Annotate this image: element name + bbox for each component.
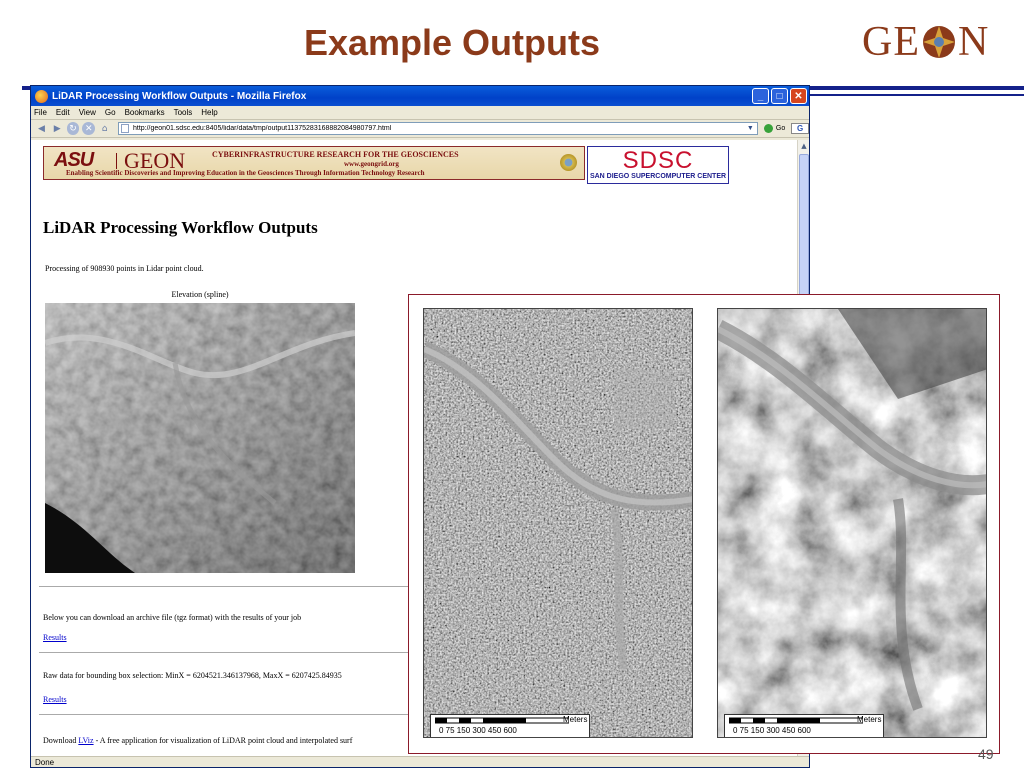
navigation-toolbar: ◀ ▶ ↻ ✕ ⌂ http://geon01.sdsc.edu:8405/li… [31, 120, 809, 138]
status-bar: Done [31, 756, 809, 767]
scale-bar: Meters 0 75 150 300 450 600 [430, 714, 590, 737]
header-rule [808, 86, 1024, 90]
lidar-map-bare-earth: Meters 0 75 150 300 450 600 [717, 308, 987, 738]
header-rule-thin [808, 94, 1024, 96]
scale-ticks: 0 75 150 300 450 600 [439, 726, 517, 735]
menu-bookmarks[interactable]: Bookmarks [125, 108, 165, 117]
lviz-suffix: - A free application for visualization o… [93, 736, 353, 745]
page-icon [120, 124, 129, 133]
title-bar[interactable]: LiDAR Processing Workflow Outputs - Mozi… [31, 86, 809, 106]
back-icon[interactable]: ◀ [35, 122, 48, 135]
processing-text: Processing of 908930 points in Lidar poi… [45, 264, 204, 273]
lviz-text: Download LViz - A free application for v… [43, 736, 352, 745]
go-button[interactable]: Go [763, 124, 786, 133]
url-text: http://geon01.sdsc.edu:8405/lidar/data/t… [132, 125, 392, 132]
forward-icon[interactable]: ▶ [51, 122, 64, 135]
page-number: 49 [978, 746, 994, 762]
go-icon [763, 124, 773, 133]
scale-bar-graphic [729, 717, 863, 724]
minimize-button[interactable]: _ [752, 88, 769, 104]
close-button[interactable]: ✕ [790, 88, 807, 104]
elevation-label: Elevation (spline) [171, 290, 229, 299]
maximize-button[interactable]: □ [771, 88, 788, 104]
banner-title: CYBERINFRASTRUCTURE RESEARCH FOR THE GEO… [212, 150, 459, 159]
results-link-2[interactable]: Results [43, 695, 67, 704]
menu-go[interactable]: Go [105, 108, 116, 117]
menu-file[interactable]: File [34, 108, 47, 117]
scale-unit: Meters [857, 715, 882, 724]
seal-icon [560, 154, 577, 171]
google-search-icon[interactable]: G [791, 123, 809, 134]
raw-data-text: Raw data for bounding box selection: Min… [43, 671, 342, 680]
lidar-comparison-panel: Meters 0 75 150 300 450 600 Meters 0 75 … [408, 294, 1000, 754]
slide-title: Example Outputs [303, 22, 601, 63]
download-text: Below you can download an archive file (… [43, 613, 302, 622]
scale-ticks: 0 75 150 300 450 600 [733, 726, 811, 735]
scale-unit: Meters [563, 715, 588, 724]
url-bar[interactable]: http://geon01.sdsc.edu:8405/lidar/data/t… [117, 122, 758, 135]
geon-logo: GE N [862, 19, 990, 65]
scroll-up-icon[interactable]: ▲ [798, 140, 809, 152]
lidar-map-vegetation: Meters 0 75 150 300 450 600 [423, 308, 693, 738]
scale-bar-graphic [435, 717, 569, 724]
geon-banner[interactable]: ASU GEON CYBERINFRASTRUCTURE RESEARCH FO… [43, 146, 585, 180]
window-title: LiDAR Processing Workflow Outputs - Mozi… [52, 90, 307, 102]
page-heading: LiDAR Processing Workflow Outputs [43, 218, 318, 237]
go-label: Go [775, 125, 786, 132]
banner-url: www.geongrid.org [344, 160, 399, 168]
results-link-1[interactable]: Results [43, 633, 67, 642]
scroll-thumb[interactable] [799, 154, 809, 314]
slide: Example Outputs GE N LiDAR Processing Wo… [0, 0, 1024, 768]
scale-bar: Meters 0 75 150 300 450 600 [724, 714, 884, 737]
reload-icon[interactable]: ↻ [66, 122, 80, 135]
firefox-icon [35, 89, 48, 103]
banner-tagline: Enabling Scientific Discoveries and Impr… [66, 169, 425, 177]
menu-view[interactable]: View [79, 108, 96, 117]
chevron-down-icon[interactable]: ▼ [747, 125, 757, 132]
sdsc-logo-subtitle: SAN DIEGO SUPERCOMPUTER CENTER [589, 173, 727, 180]
menu-tools[interactable]: Tools [174, 108, 193, 117]
menu-edit[interactable]: Edit [56, 108, 70, 117]
lviz-link[interactable]: LViz [78, 736, 93, 745]
header-rule-left [22, 86, 30, 90]
menu-help[interactable]: Help [201, 108, 217, 117]
lviz-prefix: Download [43, 736, 79, 745]
sdsc-logo-text: SDSC [622, 147, 694, 174]
elevation-image [45, 303, 355, 573]
home-icon[interactable]: ⌂ [98, 122, 111, 135]
sdsc-logo[interactable]: SDSC SAN DIEGO SUPERCOMPUTER CENTER [587, 146, 729, 184]
menu-bar: File Edit View Go Bookmarks Tools Help [31, 106, 809, 120]
stop-icon[interactable]: ✕ [82, 122, 96, 135]
banner-divider [116, 153, 117, 169]
globe-icon [923, 26, 955, 58]
